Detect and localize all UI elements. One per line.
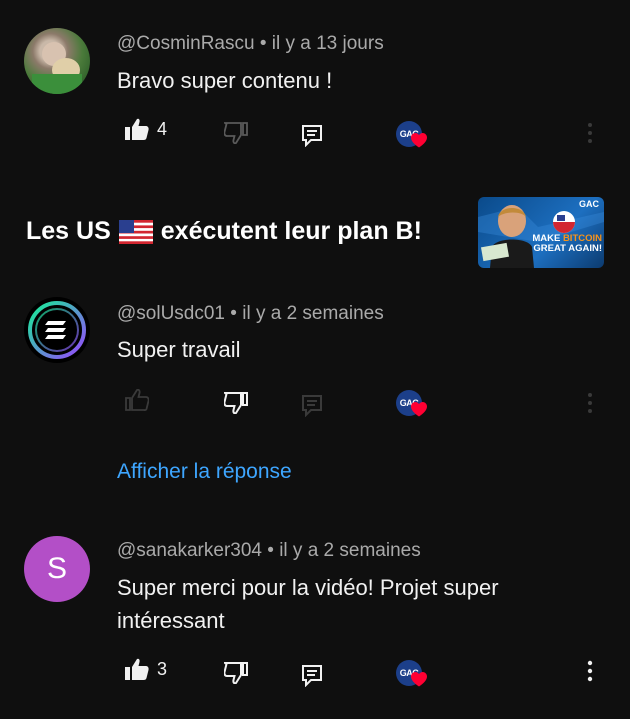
like-button[interactable]: 4 <box>125 118 167 140</box>
comment-meta: @CosminRascu • il y a 13 jours <box>117 33 384 55</box>
avatar[interactable] <box>24 28 90 94</box>
creator-heart: GAC <box>396 121 430 155</box>
thumbs-down-icon <box>224 122 248 144</box>
video-thumbnail[interactable]: GAC MAKE BITCOIN GREAT AGAIN! <box>478 197 604 268</box>
thumbnail-caption: MAKE BITCOIN GREAT AGAIN! <box>526 234 602 254</box>
more-actions-button[interactable] <box>585 660 595 687</box>
more-actions-button[interactable] <box>585 122 595 149</box>
meta-separator: • <box>261 540 280 561</box>
comment-text: Super merci pour la vidéo! Projet super … <box>117 575 499 633</box>
avatar[interactable] <box>24 297 90 363</box>
comment-actions: 4 GAC <box>0 114 630 154</box>
avatar[interactable]: S <box>24 536 90 602</box>
video-title-part2: exécutent leur plan B! <box>160 217 422 245</box>
dislike-button[interactable] <box>224 122 248 144</box>
video-title-part1: Les US <box>26 217 111 245</box>
avatar-letter: S <box>46 552 67 585</box>
creator-heart: GAC <box>396 390 430 424</box>
comment-author[interactable]: @sanakarker304 <box>117 540 262 561</box>
more-vertical-icon <box>587 660 593 682</box>
like-count: 4 <box>157 118 168 139</box>
creator-heart-icon <box>411 402 427 417</box>
thumbs-down-icon <box>224 662 248 684</box>
comment-actions: 3 GAC <box>0 652 630 692</box>
dislike-button[interactable] <box>224 662 248 684</box>
video-title[interactable]: Les US exécutent leur plan B! <box>26 217 422 246</box>
comment-time: il y a 2 semaines <box>242 303 384 324</box>
us-flag-icon <box>118 219 153 244</box>
more-vertical-icon <box>588 393 592 413</box>
reply-button[interactable] <box>302 125 322 147</box>
comment-meta: @solUsdc01 • il y a 2 semaines <box>117 303 384 325</box>
comment-text: Bravo super contenu ! <box>117 68 333 93</box>
meta-separator: • <box>254 33 272 54</box>
dislike-button[interactable] <box>224 392 248 414</box>
thumbnail-caption-line2: GREAT AGAIN! <box>533 243 602 254</box>
reply-button[interactable] <box>302 665 322 687</box>
creator-heart-icon <box>411 672 427 687</box>
comment-author[interactable]: @solUsdc01 <box>117 303 225 324</box>
show-reply-link[interactable]: Afficher la réponse <box>117 460 292 484</box>
comment-time: il y a 2 semaines <box>279 540 421 561</box>
creator-heart-icon <box>411 133 427 148</box>
comment-text: Super travail <box>117 337 241 362</box>
reply-comment-icon <box>302 665 322 687</box>
thumbs-up-icon <box>125 389 149 411</box>
creator-heart: GAC <box>396 660 430 694</box>
thumbs-up-icon <box>125 118 149 140</box>
reply-comment-icon <box>302 395 322 417</box>
like-count: 3 <box>157 658 168 679</box>
thumbnail-brand: GAC <box>579 199 599 209</box>
comment-meta: @sanakarker304 • il y a 2 semaines <box>117 540 421 562</box>
reply-comment-icon <box>302 125 322 147</box>
like-button[interactable] <box>125 389 149 411</box>
like-button[interactable]: 3 <box>125 658 167 680</box>
avatar-photo <box>32 42 82 94</box>
meta-separator: • <box>225 303 243 324</box>
comment-actions: GAC <box>0 384 630 424</box>
reply-button[interactable] <box>302 395 322 417</box>
thumbs-up-icon <box>125 658 149 680</box>
more-actions-button[interactable] <box>585 392 595 419</box>
more-vertical-icon <box>588 123 592 143</box>
solana-logo-icon <box>28 301 86 359</box>
comment-author[interactable]: @CosminRascu <box>117 33 255 54</box>
thumbs-down-icon <box>224 392 248 414</box>
comment-time: il y a 13 jours <box>271 33 384 54</box>
